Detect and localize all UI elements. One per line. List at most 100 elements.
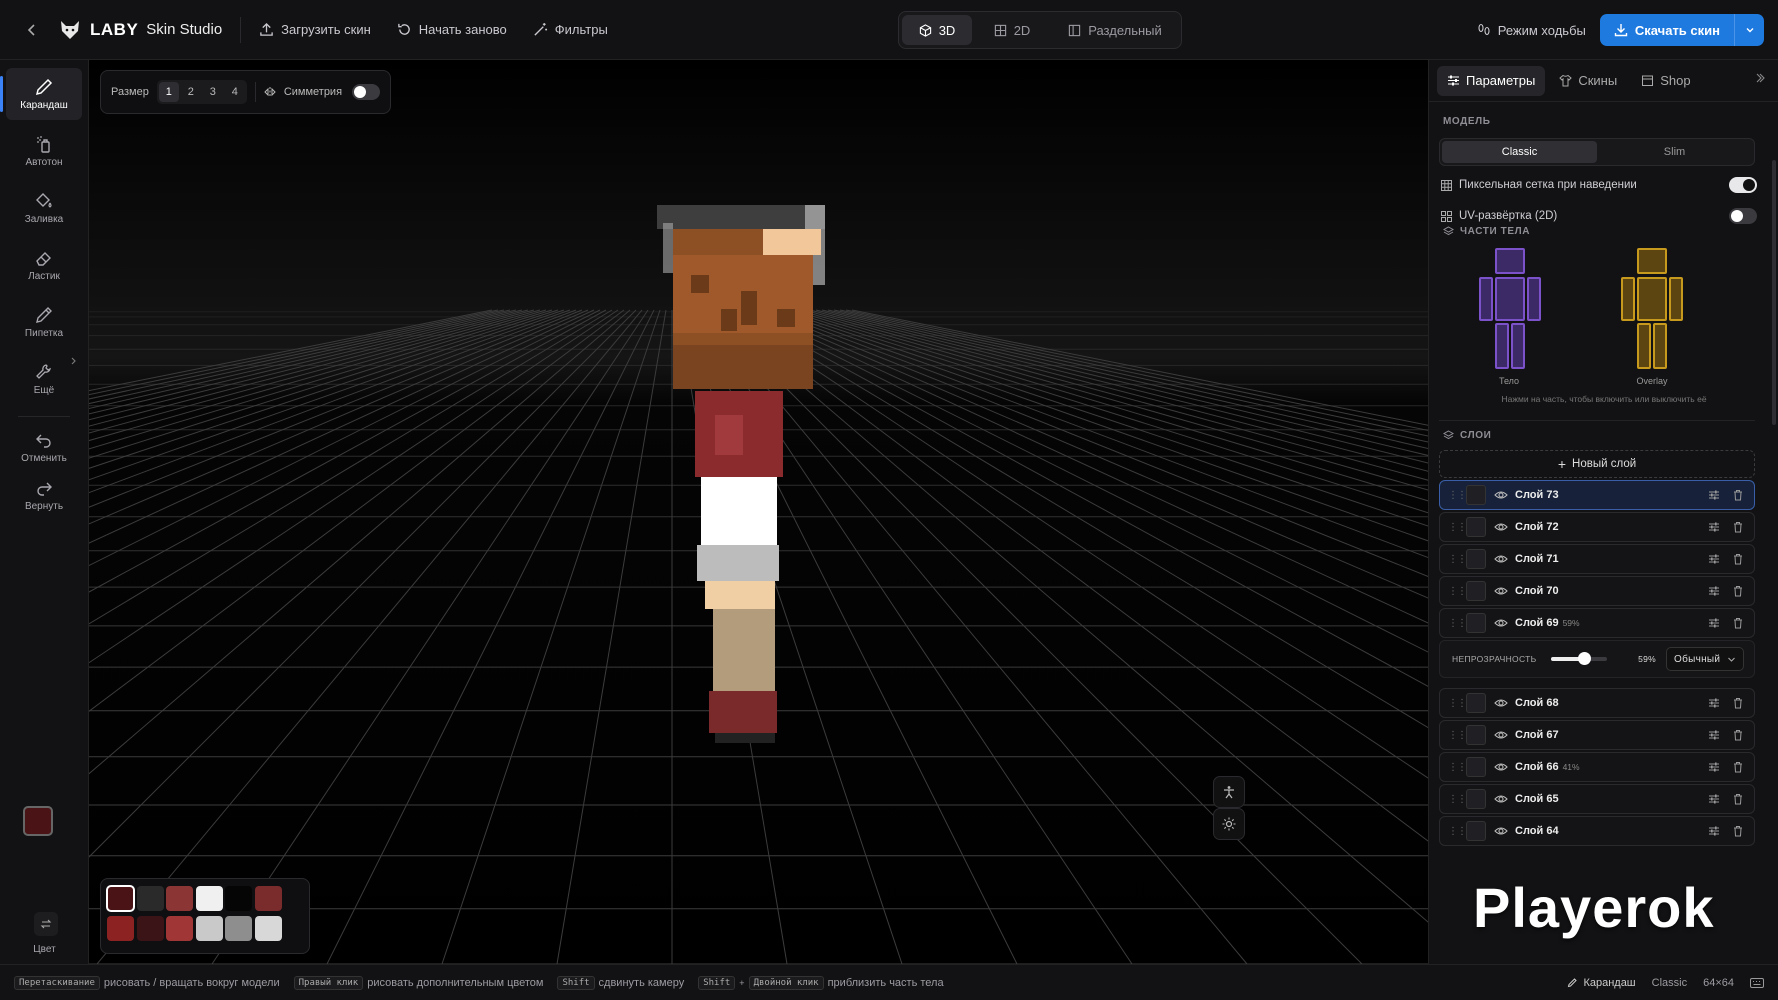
layer-row[interactable]: ⋮⋮ Слой 72 — [1439, 512, 1755, 542]
3d-viewport[interactable] — [89, 60, 1428, 964]
drag-handle-icon[interactable]: ⋮⋮ — [1448, 762, 1467, 773]
filters-button[interactable]: Фильтры — [533, 22, 608, 37]
trash-icon[interactable] — [1732, 729, 1744, 741]
palette-swatch[interactable] — [254, 916, 282, 941]
drag-handle-icon[interactable]: ⋮⋮ — [1448, 794, 1467, 805]
tab-shop[interactable]: Shop — [1631, 66, 1700, 96]
trash-icon[interactable] — [1732, 793, 1744, 805]
layer-row[interactable]: ⋮⋮ Слой 68 — [1439, 688, 1755, 718]
primary-color-swatch[interactable] — [23, 806, 53, 836]
trash-icon[interactable] — [1732, 825, 1744, 837]
symmetry-toggle[interactable] — [352, 84, 381, 100]
skin-model[interactable] — [657, 205, 843, 765]
new-layer-button[interactable]: + Новый слой — [1439, 450, 1755, 478]
palette-swatch[interactable] — [136, 886, 164, 911]
adjust-icon[interactable] — [1708, 793, 1720, 805]
body-head-part[interactable] — [1495, 248, 1525, 274]
download-skin-main[interactable]: Скачать скин — [1600, 14, 1734, 46]
layer-row[interactable]: ⋮⋮ Слой 69 59% — [1439, 608, 1755, 638]
layer-row[interactable]: ⋮⋮ Слой 67 — [1439, 720, 1755, 750]
tool-eyedropper[interactable]: Пипетка — [6, 296, 82, 348]
body-torso-part[interactable] — [1495, 277, 1525, 321]
model-classic-option[interactable]: Classic — [1442, 141, 1597, 163]
adjust-icon[interactable] — [1708, 617, 1720, 629]
walk-mode-button[interactable]: Режим ходьбы — [1477, 23, 1586, 38]
layer-row[interactable]: ⋮⋮ Слой 71 — [1439, 544, 1755, 574]
palette-swatch[interactable] — [106, 885, 135, 912]
restart-button[interactable]: Начать заново — [397, 22, 507, 37]
drag-handle-icon[interactable]: ⋮⋮ — [1448, 730, 1467, 741]
pose-button[interactable] — [1213, 776, 1245, 808]
upload-skin-button[interactable]: Загрузить скин — [259, 22, 371, 37]
overlay-left-leg-part[interactable] — [1637, 323, 1651, 369]
adjust-icon[interactable] — [1708, 697, 1720, 709]
adjust-icon[interactable] — [1708, 729, 1720, 741]
eye-icon[interactable] — [1494, 552, 1508, 566]
back-button[interactable] — [20, 18, 44, 42]
eye-icon[interactable] — [1494, 488, 1508, 502]
eye-icon[interactable] — [1494, 696, 1508, 710]
tab-parameters[interactable]: Параметры — [1437, 65, 1546, 96]
trash-icon[interactable] — [1732, 489, 1744, 501]
panel-scrollbar[interactable] — [1772, 160, 1776, 425]
palette-swatch[interactable] — [254, 886, 282, 911]
palette-swatch[interactable] — [166, 916, 193, 941]
adjust-icon[interactable] — [1708, 585, 1720, 597]
lighting-button[interactable] — [1213, 808, 1245, 840]
palette-swatch[interactable] — [166, 886, 193, 911]
eye-icon[interactable] — [1494, 520, 1508, 534]
adjust-icon[interactable] — [1708, 761, 1720, 773]
tool-eraser[interactable]: Ластик — [6, 239, 82, 291]
uv-toggle[interactable] — [1729, 208, 1757, 224]
view-split-button[interactable]: Раздельный — [1052, 15, 1178, 45]
layer-row[interactable]: ⋮⋮ Слой 66 41% — [1439, 752, 1755, 782]
eye-icon[interactable] — [1494, 584, 1508, 598]
overlay-torso-part[interactable] — [1637, 277, 1667, 321]
trash-icon[interactable] — [1732, 761, 1744, 773]
size-2-button[interactable]: 2 — [181, 82, 201, 102]
overlay-left-arm-part[interactable] — [1621, 277, 1635, 321]
overlay-right-leg-part[interactable] — [1653, 323, 1667, 369]
trash-icon[interactable] — [1732, 585, 1744, 597]
drag-handle-icon[interactable]: ⋮⋮ — [1448, 698, 1467, 709]
size-3-button[interactable]: 3 — [203, 82, 223, 102]
eye-icon[interactable] — [1494, 728, 1508, 742]
undo-button[interactable]: Отменить — [6, 424, 82, 470]
body-left-arm-part[interactable] — [1479, 277, 1493, 321]
adjust-icon[interactable] — [1708, 825, 1720, 837]
tool-fill[interactable]: Заливка — [6, 182, 82, 234]
tool-autotone[interactable]: Автотон — [6, 125, 82, 177]
opacity-slider[interactable] — [1550, 652, 1607, 665]
keyboard-icon[interactable] — [1750, 977, 1764, 989]
eye-icon[interactable] — [1494, 792, 1508, 806]
eye-icon[interactable] — [1494, 824, 1508, 838]
redo-button[interactable]: Вернуть — [6, 472, 82, 518]
size-4-button[interactable]: 4 — [225, 82, 245, 102]
body-left-leg-part[interactable] — [1495, 323, 1509, 369]
eye-icon[interactable] — [1494, 760, 1508, 774]
trash-icon[interactable] — [1732, 521, 1744, 533]
adjust-icon[interactable] — [1708, 553, 1720, 565]
model-slim-option[interactable]: Slim — [1597, 141, 1752, 163]
pixel-grid-toggle[interactable] — [1729, 177, 1757, 193]
layer-row[interactable]: ⋮⋮ Слой 70 — [1439, 576, 1755, 606]
palette-swatch[interactable] — [107, 916, 134, 941]
view-3d-button[interactable]: 3D — [902, 15, 972, 45]
drag-handle-icon[interactable]: ⋮⋮ — [1448, 826, 1467, 837]
eye-icon[interactable] — [1494, 616, 1508, 630]
adjust-icon[interactable] — [1708, 489, 1720, 501]
palette-swatch[interactable] — [136, 916, 164, 941]
app-logo[interactable]: LABY Skin Studio — [58, 18, 222, 42]
tab-skins[interactable]: Скины — [1549, 66, 1627, 96]
palette-swatch[interactable] — [195, 886, 223, 911]
blend-mode-select[interactable]: Обычный — [1666, 647, 1744, 671]
download-options-dropdown[interactable] — [1734, 14, 1764, 46]
trash-icon[interactable] — [1732, 617, 1744, 629]
palette-swatch[interactable] — [195, 916, 223, 941]
drag-handle-icon[interactable]: ⋮⋮ — [1448, 586, 1467, 597]
overlay-head-part[interactable] — [1637, 248, 1667, 274]
layer-row[interactable]: ⋮⋮ Слой 64 — [1439, 816, 1755, 846]
palette-swatch[interactable] — [225, 886, 252, 911]
trash-icon[interactable] — [1732, 553, 1744, 565]
layer-row[interactable]: ⋮⋮ Слой 73 — [1439, 480, 1755, 510]
